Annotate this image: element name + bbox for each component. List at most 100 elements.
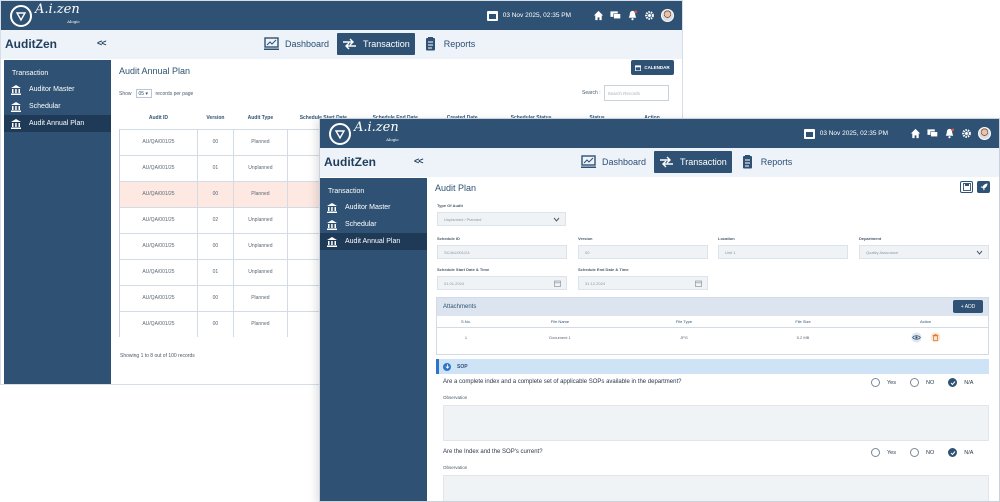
attachments-panel: Attachments + ADD S.No. File Name File T… bbox=[436, 297, 989, 355]
calendar-icon bbox=[695, 280, 702, 287]
sop-question-2: Are the Index and the SOP's current? bbox=[443, 449, 543, 455]
home-icon[interactable] bbox=[592, 10, 604, 22]
radio-na[interactable] bbox=[948, 448, 958, 457]
sop-question-2-options: Yes NO N/A bbox=[871, 448, 973, 457]
settings-gear-icon[interactable] bbox=[960, 128, 972, 140]
column-header[interactable]: Audit Type bbox=[233, 107, 288, 130]
search-control: Search : Search Records bbox=[582, 85, 669, 101]
calendar-button[interactable]: CALENDAR bbox=[631, 60, 674, 75]
attachments-columns: S.No. File Name File Type File Size Acti… bbox=[437, 316, 988, 328]
current-datetime: 03 Nov 2025, 02:35 PM bbox=[502, 12, 571, 19]
messages-icon[interactable] bbox=[609, 10, 621, 22]
sidebar-section-transaction: Transaction bbox=[328, 188, 365, 195]
department-label: Department bbox=[859, 236, 882, 241]
nav-transaction[interactable]: Transaction bbox=[654, 151, 732, 173]
delete-trash-icon[interactable] bbox=[929, 331, 941, 343]
chevron-down-icon bbox=[976, 250, 983, 255]
type-of-audit-label: Type Of Audit bbox=[437, 203, 463, 208]
location-label: Location bbox=[718, 236, 735, 241]
page-title: Audit Plan bbox=[435, 183, 477, 193]
radio-na[interactable] bbox=[948, 378, 958, 387]
user-avatar[interactable] bbox=[661, 9, 674, 22]
calendar-icon bbox=[554, 280, 561, 287]
app-brand: AuditZen bbox=[5, 37, 57, 51]
user-avatar[interactable] bbox=[978, 127, 991, 140]
observation-textarea[interactable] bbox=[443, 405, 989, 441]
aizen-logo[interactable]: A.i.zen Alogic bbox=[10, 1, 80, 27]
sidebar-item-audit-annual-plan[interactable]: Audit Annual Plan bbox=[4, 115, 111, 132]
reports-icon bbox=[425, 37, 435, 51]
sop-section-header[interactable]: SOP bbox=[436, 359, 989, 374]
attachment-row[interactable]: 1 Document 1 JPG 5.2 MB bbox=[437, 328, 988, 346]
collapse-sidebar-button[interactable]: << bbox=[414, 156, 423, 166]
collapse-arrow-icon bbox=[443, 362, 451, 371]
add-attachment-button[interactable]: + ADD bbox=[953, 300, 983, 313]
nav-transaction[interactable]: Transaction bbox=[337, 33, 415, 55]
notification-bell-icon[interactable] bbox=[626, 10, 638, 22]
home-icon[interactable] bbox=[909, 128, 921, 140]
bank-building-icon bbox=[327, 236, 337, 247]
logo-emblem-icon bbox=[329, 122, 351, 145]
end-date-input[interactable]: 31.12.2024 bbox=[578, 276, 708, 290]
type-of-audit-select[interactable]: Unplanned / Planned bbox=[437, 212, 566, 226]
bank-building-icon bbox=[327, 219, 337, 230]
end-date-label: Schedule End Date & Time bbox=[578, 267, 629, 272]
notification-bell-icon[interactable] bbox=[943, 128, 955, 140]
aizen-logo[interactable]: A.i.zen Alogic bbox=[329, 121, 399, 145]
audit-plan-window: A.i.zen Alogic 03 Nov 2025, 02:35 PM Audi… bbox=[319, 118, 1000, 502]
department-select[interactable]: Quality Assurance bbox=[859, 245, 989, 259]
radio-no[interactable] bbox=[909, 378, 919, 387]
schedule-id-field: SC/AU/001/24 bbox=[437, 245, 567, 259]
logo-text: A.i.zen Alogic bbox=[35, 1, 80, 24]
messages-icon[interactable] bbox=[926, 128, 938, 140]
logo-emblem-icon bbox=[10, 4, 32, 27]
nav-dashboard[interactable]: Dashboard bbox=[576, 151, 651, 173]
sub-header: AuditZen << Dashboard Transaction Report… bbox=[320, 148, 999, 177]
sidebar-section-transaction: Transaction bbox=[12, 70, 49, 77]
sidebar-item-schedular[interactable]: Schedular bbox=[4, 98, 111, 115]
sidebar-item-auditor-master[interactable]: Auditor Master bbox=[4, 81, 111, 98]
observation-textarea[interactable] bbox=[443, 475, 989, 501]
top-bar: A.i.zen Alogic 03 Nov 2025, 02:35 PM bbox=[1, 1, 682, 30]
attachments-header: Attachments + ADD bbox=[437, 298, 988, 316]
sub-header: AuditZen << Dashboard Transaction Report… bbox=[1, 30, 682, 59]
save-button[interactable] bbox=[960, 181, 973, 193]
page-size-select[interactable]: 05 ▾ bbox=[135, 89, 152, 98]
radio-yes[interactable] bbox=[871, 448, 880, 457]
start-date-input[interactable]: 01.01.2024 bbox=[437, 276, 567, 290]
top-bar: A.i.zen Alogic 03 Nov 2025, 02:35 PM bbox=[320, 119, 999, 148]
submit-button[interactable] bbox=[977, 181, 990, 193]
start-date-label: Schedule Start Date & Time bbox=[437, 267, 490, 272]
bank-building-icon bbox=[11, 118, 21, 129]
collapse-sidebar-button[interactable]: << bbox=[97, 38, 106, 48]
pagination-summary: Showing 1 to 8 out of 100 records bbox=[120, 353, 195, 359]
transaction-icon bbox=[343, 38, 357, 50]
column-header[interactable]: Audit ID bbox=[119, 107, 198, 130]
sidebar-item-auditor-master[interactable]: Auditor Master bbox=[320, 199, 427, 216]
check-icon bbox=[950, 450, 956, 455]
radio-no[interactable] bbox=[909, 448, 919, 457]
nav-dashboard[interactable]: Dashboard bbox=[259, 33, 334, 55]
sidebar-item-schedular[interactable]: Schedular bbox=[320, 216, 427, 233]
column-header[interactable]: Version bbox=[197, 107, 234, 130]
calendar-icon bbox=[635, 64, 642, 71]
radio-yes[interactable] bbox=[871, 378, 880, 387]
main-nav: Dashboard Transaction Reports bbox=[576, 151, 800, 173]
settings-gear-icon[interactable] bbox=[643, 10, 655, 22]
save-icon bbox=[962, 183, 971, 191]
schedule-id-label: Schedule ID bbox=[437, 236, 460, 241]
view-eye-icon[interactable] bbox=[910, 331, 922, 343]
nav-reports[interactable]: Reports bbox=[735, 151, 798, 173]
current-datetime: 03 Nov 2025, 02:35 PM bbox=[819, 130, 888, 137]
bank-building-icon bbox=[11, 84, 21, 95]
sidebar-item-audit-annual-plan[interactable]: Audit Annual Plan bbox=[320, 233, 427, 250]
page-size-control: Show 05 ▾ records per page bbox=[119, 89, 194, 98]
calendar-icon bbox=[803, 128, 815, 139]
nav-reports[interactable]: Reports bbox=[418, 33, 481, 55]
rocket-icon bbox=[980, 183, 987, 191]
check-icon bbox=[950, 380, 956, 385]
search-input[interactable]: Search Records bbox=[603, 85, 669, 101]
sidebar: Transaction Auditor Master Schedular Aud… bbox=[4, 60, 111, 384]
observation-label: Observation bbox=[443, 465, 468, 470]
calendar-icon bbox=[486, 10, 498, 21]
